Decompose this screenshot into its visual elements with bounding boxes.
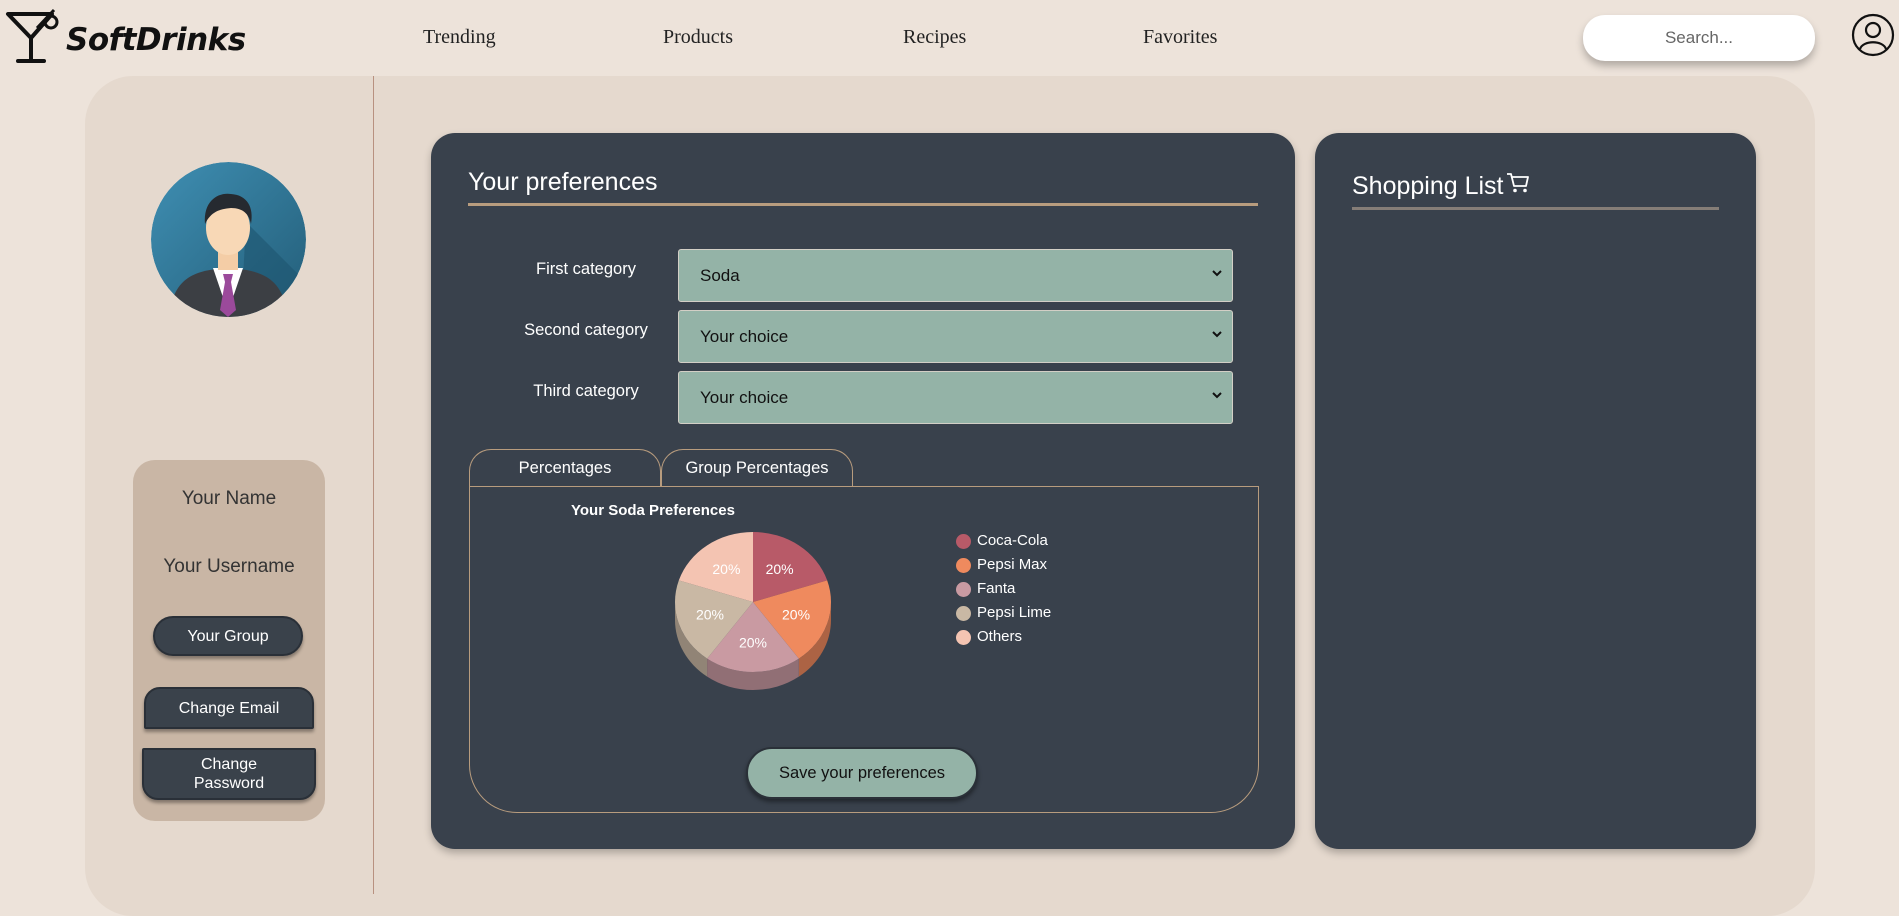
third-category-label: Third category [533, 382, 639, 400]
tab-percentages[interactable]: Percentages [469, 449, 661, 486]
second-category-select[interactable]: Your choice [678, 310, 1233, 363]
legend-swatch [956, 534, 971, 549]
legend-label: Others [977, 628, 1023, 645]
second-category-label: Second category [524, 321, 648, 339]
chevron-down-icon [1212, 331, 1222, 338]
third-category-select[interactable]: Your choice [678, 371, 1233, 424]
profile-name: Your Name [181, 488, 277, 509]
chevron-down-icon [1212, 270, 1222, 277]
preferences-title: Your preferences [468, 168, 658, 196]
nav-link-products[interactable]: Products [663, 26, 733, 49]
pie-slice-label: 20% [739, 635, 767, 651]
your-group-button[interactable]: Your Group [153, 616, 303, 656]
first-category-select[interactable]: Soda [678, 249, 1233, 302]
first-category-value: Soda [700, 266, 740, 285]
shopping-list-card [1315, 133, 1756, 849]
nav-link-trending[interactable]: Trending [423, 26, 496, 49]
pie-slice-label: 20% [696, 607, 724, 623]
profile-avatar [151, 162, 306, 317]
cocktail-glass-icon [6, 8, 59, 63]
legend-label: Pepsi Max [977, 556, 1048, 573]
legend-label: Coca-Cola [977, 532, 1048, 549]
chevron-down-icon [1212, 392, 1222, 399]
legend-swatch [956, 582, 971, 597]
search-input[interactable] [1583, 15, 1815, 61]
profile-username: Your Username [163, 556, 295, 577]
brand-logo[interactable]: SoftDrinks [4, 8, 246, 66]
legend-swatch [956, 630, 971, 645]
shopping-list-title: Shopping List [1352, 172, 1504, 200]
nav-link-recipes[interactable]: Recipes [903, 26, 966, 49]
preferences-title-underline [468, 203, 1258, 206]
user-account-icon[interactable] [1851, 13, 1895, 57]
legend-label: Pepsi Lime [977, 604, 1052, 621]
pie-chart: 20% 20% 20% 20% 20% [675, 532, 831, 690]
legend-swatch [956, 606, 971, 621]
change-email-button[interactable]: Change Email [144, 687, 314, 729]
shopping-cart-icon [1507, 173, 1529, 193]
save-preferences-button[interactable]: Save your preferences [746, 747, 978, 799]
tab-group-percentages[interactable]: Group Percentages [661, 449, 853, 486]
businessman-avatar-icon [151, 162, 306, 317]
first-category-label: First category [536, 260, 636, 278]
pie-slice-label: 20% [782, 607, 810, 623]
pie-slice-label: 20% [766, 561, 794, 577]
chart-title: Your Soda Preferences [571, 502, 735, 519]
legend-swatch [956, 558, 971, 573]
nav-link-favorites[interactable]: Favorites [1143, 26, 1217, 49]
brand-name: SoftDrinks [66, 22, 246, 58]
third-category-value: Your choice [700, 388, 789, 407]
pie-slice-label: 20% [712, 561, 740, 577]
legend-label: Fanta [977, 580, 1016, 597]
second-category-value: Your choice [700, 327, 789, 346]
shopping-title-underline [1352, 207, 1719, 210]
change-password-button[interactable]: Change Password [142, 748, 316, 800]
sidebar-divider [373, 76, 374, 894]
